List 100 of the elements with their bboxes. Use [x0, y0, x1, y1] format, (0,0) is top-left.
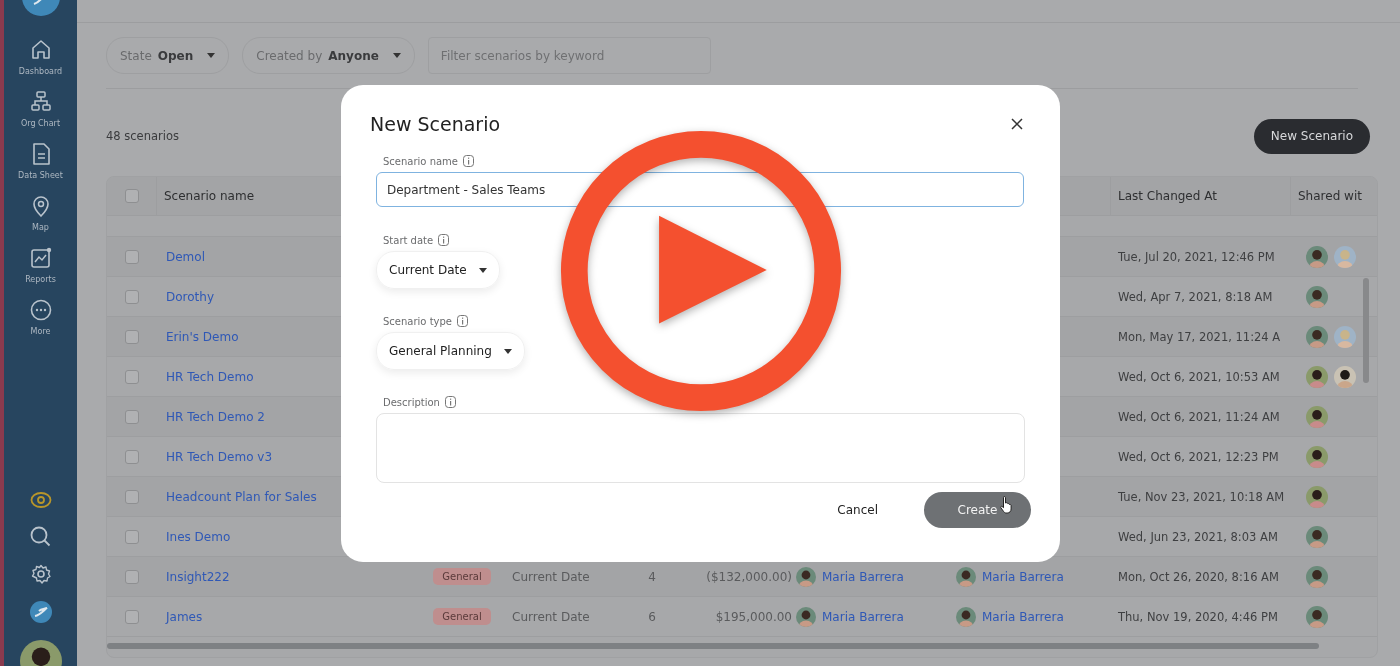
pointer-cursor-icon	[999, 495, 1013, 514]
field-label: Scenario name	[383, 155, 458, 167]
avatar	[1306, 605, 1328, 628]
org-chart-icon	[28, 90, 53, 114]
nav-item[interactable]: Org Chart	[20, 90, 61, 128]
nav-item[interactable]: More	[28, 298, 53, 336]
dropdown[interactable]: Current Date	[376, 251, 500, 289]
nav-item[interactable]: Map	[28, 194, 53, 232]
amount: $195,000.00	[714, 609, 792, 624]
avatar	[1306, 365, 1328, 388]
scenario-link[interactable]: Dorothy	[166, 289, 214, 304]
scenario-link[interactable]: Demol	[166, 249, 205, 264]
chart-icon	[28, 246, 53, 270]
description-field[interactable]	[376, 413, 1025, 483]
cancel-button[interactable]: Cancel	[827, 495, 888, 525]
info-icon	[438, 234, 450, 246]
nav-item[interactable]: Dashboard	[18, 38, 63, 76]
last-changed: Tue, Nov 23, 2021, 10:18 AM	[1117, 489, 1286, 504]
avatar	[1306, 485, 1328, 508]
last-changed: Wed, Oct 6, 2021, 12:23 PM	[1117, 449, 1280, 464]
start-date: Current Date	[511, 569, 591, 584]
eye-icon[interactable]	[29, 491, 52, 509]
avatar	[1334, 325, 1356, 348]
close-button[interactable]	[1009, 116, 1025, 132]
user-link[interactable]: Maria Barrera	[822, 569, 904, 584]
more-icon	[28, 298, 53, 322]
start-date: Current Date	[511, 609, 591, 624]
last-changed: Wed, Oct 6, 2021, 10:53 AM	[1117, 369, 1281, 384]
filter-dropdown[interactable]: Created by Anyone	[242, 37, 415, 74]
avatar	[796, 606, 816, 627]
checkbox[interactable]	[124, 449, 139, 464]
info-icon	[463, 155, 474, 167]
avatar	[1306, 285, 1328, 308]
last-changed: Thu, Nov 19, 2020, 4:46 PM	[1117, 609, 1279, 624]
filter-dropdown[interactable]: State Open	[106, 37, 230, 74]
logo	[29, 601, 52, 623]
new-scenario-button[interactable]: New Scenario	[1253, 118, 1370, 154]
checkbox[interactable]	[124, 409, 139, 424]
last-changed: Mon, Oct 26, 2020, 8:16 AM	[1117, 569, 1280, 584]
user-link[interactable]: Maria Barrera	[822, 609, 904, 624]
last-changed: Wed, Apr 7, 2021, 8:18 AM	[1117, 289, 1274, 304]
info-icon	[457, 315, 468, 327]
checkbox[interactable]	[124, 609, 139, 624]
type-tag: General	[433, 608, 491, 625]
column-header[interactable]: Last Changed At	[1118, 189, 1217, 203]
checkbox[interactable]	[124, 329, 139, 344]
avatar	[1306, 325, 1328, 348]
table-cell-text: 4	[647, 569, 657, 584]
dialog-title: New Scenario	[370, 113, 501, 135]
checkbox[interactable]	[124, 489, 139, 504]
play-icon[interactable]	[560, 130, 842, 412]
type-tag: General	[433, 568, 491, 585]
avatar	[1306, 245, 1328, 268]
avatar	[1334, 365, 1356, 388]
user-link[interactable]: Maria Barrera	[982, 609, 1064, 624]
scenario-link[interactable]: Ines Demo	[166, 529, 231, 544]
scenario-link[interactable]: Insight222	[166, 569, 230, 584]
create-button[interactable]: Create	[924, 492, 1031, 528]
last-changed: Mon, May 17, 2021, 11:24 A	[1117, 329, 1282, 344]
table-cell-text: 6	[647, 609, 657, 624]
scrollbar[interactable]	[107, 643, 1319, 649]
avatar	[956, 606, 976, 627]
avatar	[1306, 525, 1328, 548]
search-icon[interactable]	[30, 526, 51, 547]
settings-icon[interactable]	[30, 564, 51, 584]
field-label: Description	[383, 396, 440, 408]
nav-item[interactable]: Reports	[25, 246, 56, 284]
amount: ($132,000.00)	[705, 569, 792, 584]
scenario-link[interactable]: HR Tech Demo	[166, 369, 254, 384]
last-changed: Wed, Oct 6, 2021, 11:24 AM	[1117, 409, 1281, 424]
scenario-link[interactable]: Headcount Plan for Sales	[166, 489, 317, 504]
avatar	[1334, 245, 1356, 268]
checkbox[interactable]	[124, 289, 139, 304]
caret-icon	[503, 348, 512, 354]
scenario-link[interactable]: James	[166, 609, 203, 624]
avatar	[1306, 405, 1328, 428]
scenario-link[interactable]: HR Tech Demo 2	[166, 409, 265, 424]
caret-icon	[478, 267, 487, 273]
scenario-link[interactable]: HR Tech Demo v3	[166, 449, 273, 464]
caret-icon	[207, 53, 216, 58]
checkbox[interactable]	[124, 569, 139, 584]
search-field[interactable]: Filter scenarios by keyword	[427, 37, 711, 74]
dropdown[interactable]: General Planning	[376, 332, 525, 370]
checkbox[interactable]	[124, 249, 139, 264]
nav-item[interactable]: Data Sheet	[18, 142, 63, 180]
scenario-link[interactable]: Erin's Demo	[166, 329, 239, 344]
checkbox[interactable]	[124, 529, 139, 544]
column-header[interactable]: Shared wit	[1298, 189, 1362, 203]
checkbox[interactable]	[124, 189, 139, 203]
last-changed: Wed, Jun 23, 2021, 8:03 AM	[1117, 529, 1279, 544]
scrollbar[interactable]	[1363, 278, 1369, 383]
user-link[interactable]: Maria Barrera	[982, 569, 1064, 584]
avatar	[1306, 565, 1328, 588]
checkbox[interactable]	[124, 369, 139, 384]
avatar	[796, 566, 816, 587]
last-changed: Tue, Jul 20, 2021, 12:46 PM	[1117, 249, 1276, 264]
column-header[interactable]: Scenario name	[164, 189, 254, 203]
field-label: Scenario type	[383, 315, 452, 327]
field-label: Start date	[383, 234, 434, 246]
scenario-count: 48 scenarios	[106, 129, 179, 143]
